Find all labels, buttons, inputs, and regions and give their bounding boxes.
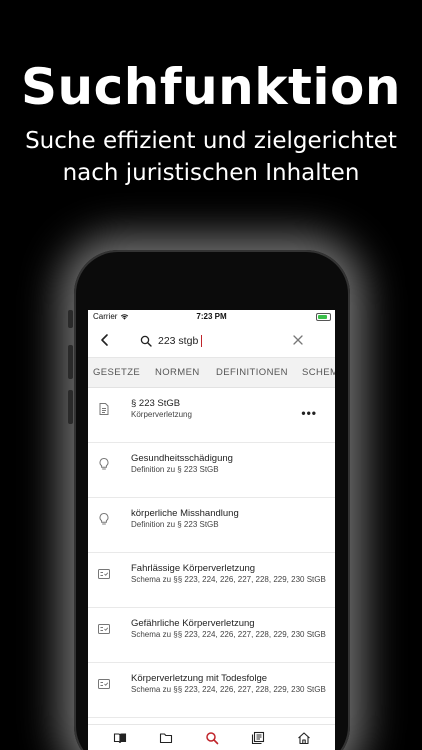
search-icon xyxy=(140,335,152,347)
search-bar xyxy=(88,324,335,358)
result-title: Gefährliche Körperverletzung xyxy=(131,618,255,629)
status-bar: Carrier 7:23 PM xyxy=(88,310,335,324)
promo-subtitle-line2: nach juristischen Inhalten xyxy=(62,160,360,186)
app-screen: Carrier 7:23 PM GESETZE NORMEN DEFINITIO… xyxy=(88,310,335,750)
schema-icon xyxy=(98,624,110,634)
result-subtitle: Definition zu § 223 StGB xyxy=(131,465,219,474)
tab-schemata[interactable]: SCHEM xyxy=(302,367,335,378)
bottom-nav xyxy=(88,724,335,750)
book-icon[interactable] xyxy=(113,731,127,745)
result-subtitle: Körperverletzung xyxy=(131,410,192,419)
result-row[interactable]: § 223 StGB Körperverletzung ••• xyxy=(88,388,335,443)
phone-silent-switch xyxy=(68,310,73,328)
result-title: körperliche Misshandlung xyxy=(131,508,239,519)
schema-icon xyxy=(98,569,110,579)
result-subtitle: Schema zu §§ 223, 224, 226, 227, 228, 22… xyxy=(131,575,326,584)
promo-title: Suchfunktion xyxy=(20,58,402,116)
folder-icon[interactable] xyxy=(159,731,173,745)
more-options-icon[interactable]: ••• xyxy=(301,406,317,420)
status-time: 7:23 PM xyxy=(196,312,227,321)
result-subtitle: Definition zu § 223 StGB xyxy=(131,520,219,529)
search-input[interactable] xyxy=(158,332,278,350)
phone-volume-down xyxy=(68,390,73,424)
tab-definitionen[interactable]: DEFINITIONEN xyxy=(216,367,288,378)
back-arrow-icon[interactable] xyxy=(97,332,113,348)
result-row[interactable]: Gesundheitsschädigung Definition zu § 22… xyxy=(88,443,335,498)
lightbulb-icon xyxy=(99,512,109,525)
results-list: § 223 StGB Körperverletzung ••• Gesundhe… xyxy=(88,388,335,718)
result-row[interactable]: körperliche Misshandlung Definition zu §… xyxy=(88,498,335,553)
result-title: Fahrlässige Körperverletzung xyxy=(131,563,256,574)
home-icon[interactable] xyxy=(297,731,311,745)
result-title: Körperverletzung mit Todesfolge xyxy=(131,673,268,684)
result-row[interactable]: Gefährliche Körperverletzung Schema zu §… xyxy=(88,608,335,663)
result-row[interactable]: Fahrlässige Körperverletzung Schema zu §… xyxy=(88,553,335,608)
battery-icon xyxy=(316,313,331,321)
result-row[interactable]: Körperverletzung mit Todesfolge Schema z… xyxy=(88,663,335,718)
search-icon[interactable] xyxy=(205,731,219,745)
result-title: Gesundheitsschädigung xyxy=(131,453,233,464)
result-subtitle: Schema zu §§ 223, 224, 226, 227, 228, 22… xyxy=(131,630,326,639)
search-caret xyxy=(201,335,202,347)
schema-icon xyxy=(98,679,110,689)
result-title: § 223 StGB xyxy=(131,398,181,409)
clear-icon[interactable] xyxy=(291,333,305,347)
category-tabs: GESETZE NORMEN DEFINITIONEN SCHEM xyxy=(88,358,335,388)
promo-subtitle-line1: Suche effizient und zielgerichtet xyxy=(25,128,397,154)
lightbulb-icon xyxy=(99,457,109,470)
library-icon[interactable] xyxy=(251,731,265,745)
result-subtitle: Schema zu §§ 223, 224, 226, 227, 228, 22… xyxy=(131,685,326,694)
promo-subtitle: Suche effizient und zielgerichtet nach j… xyxy=(0,125,422,189)
battery-fill xyxy=(318,315,327,319)
document-icon xyxy=(99,403,109,415)
tab-normen[interactable]: NORMEN xyxy=(155,367,200,378)
tab-gesetze[interactable]: GESETZE xyxy=(93,367,140,378)
phone-volume-up xyxy=(68,345,73,379)
